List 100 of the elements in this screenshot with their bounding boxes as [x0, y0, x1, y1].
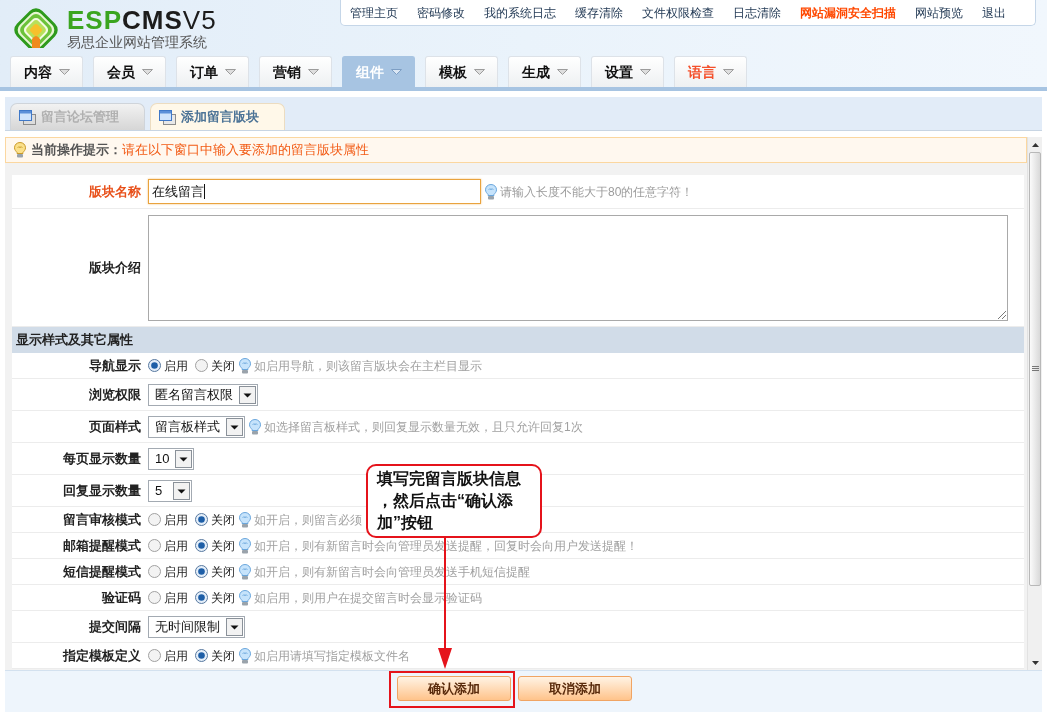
logo-wordmark: ESPCMSV5	[67, 6, 217, 34]
radio-label: 启用	[164, 511, 188, 529]
radio-button[interactable]	[195, 513, 208, 526]
lightbulb-icon	[14, 142, 26, 158]
dropdown[interactable]: 无时间限制	[148, 615, 245, 638]
action-button[interactable]: 取消添加	[518, 676, 632, 701]
field-label: 留言审核模式	[62, 510, 141, 529]
radio-label: 关闭	[211, 537, 235, 555]
radio-button[interactable]	[148, 359, 161, 372]
lightbulb-icon	[239, 647, 251, 664]
field-label: 每页显示数量	[62, 449, 141, 468]
notice-message: 请在以下窗口中输入要添加的留言版块属性	[122, 141, 369, 160]
field-label: 验证码	[100, 588, 141, 607]
dropdown[interactable]: 留言板样式	[148, 415, 245, 438]
radio-button[interactable]	[148, 513, 161, 526]
hint-text: 如选择留言板样式，则回复显示数量无效，且只允许回复1次	[264, 418, 583, 436]
nav-tab[interactable]: 模板	[425, 56, 498, 87]
top-link[interactable]: 日志清除	[733, 3, 781, 22]
grip-icon	[1031, 366, 1039, 372]
radio-label: 启用	[164, 537, 188, 555]
caret-down-icon	[141, 69, 153, 75]
radio-label: 启用	[164, 563, 188, 581]
caret-down-icon	[58, 69, 70, 75]
field-label: 邮箱提醒模式	[62, 536, 141, 555]
radio-button[interactable]	[148, 565, 161, 578]
caret-down-icon	[473, 69, 485, 75]
radio-button[interactable]	[148, 539, 161, 552]
radio-label: 关闭	[211, 511, 235, 529]
field-label: 版块名称	[88, 182, 141, 201]
field-label: 导航显示	[88, 356, 141, 375]
radio-button[interactable]	[148, 649, 161, 662]
caret-up-icon	[1031, 142, 1039, 147]
caret-down-icon	[307, 69, 319, 75]
radio-label: 启用	[164, 647, 188, 665]
radio-label: 关闭	[211, 563, 235, 581]
top-link[interactable]: 文件权限检查	[642, 3, 714, 22]
text-cursor-icon	[204, 184, 205, 199]
radio-button[interactable]	[195, 649, 208, 662]
top-link[interactable]: 网站预览	[915, 3, 963, 22]
scrollbar[interactable]	[1027, 137, 1042, 670]
field-label: 提交间隔	[88, 617, 141, 636]
resize-grip-icon[interactable]	[998, 310, 1006, 319]
callout: 填写完留言版块信息，然后点击“确认添加”按钮	[366, 464, 542, 538]
radio-button[interactable]	[195, 591, 208, 604]
top-link[interactable]: 退出	[982, 3, 1006, 22]
hint-text: 请输入长度不能大于80的任意字符！	[500, 183, 694, 201]
top-link[interactable]: 我的系统日志	[484, 3, 556, 22]
notice-label: 当前操作提示：	[31, 141, 122, 160]
radio-label: 启用	[164, 589, 188, 607]
field-label: 页面样式	[88, 417, 141, 436]
field-label: 指定模板定义	[61, 646, 141, 665]
radio-button[interactable]	[195, 565, 208, 578]
radio-label: 启用	[164, 357, 188, 375]
radio-label: 关闭	[211, 647, 235, 665]
caret-down-icon	[556, 69, 568, 75]
nav-tab[interactable]: 内容	[10, 56, 83, 87]
section-header: 显示样式及其它属性	[12, 327, 1024, 353]
lightbulb-icon	[239, 357, 251, 374]
caret-down-icon	[1031, 660, 1039, 665]
radio-button[interactable]	[195, 539, 208, 552]
lightbulb-icon	[239, 537, 251, 554]
caret-down-icon	[390, 69, 402, 75]
scrollbar-thumb[interactable]	[1029, 152, 1041, 586]
top-link[interactable]: 缓存清除	[575, 3, 623, 22]
textarea-field[interactable]	[148, 214, 1008, 321]
lightbulb-icon	[239, 589, 251, 606]
top-link[interactable]: 密码修改	[417, 3, 465, 22]
field-label: 短信提醒模式	[62, 562, 141, 581]
nav-tab[interactable]: 生成	[508, 56, 581, 87]
tab[interactable]: 添加留言版块	[150, 103, 285, 130]
nav-tab[interactable]: 订单	[176, 56, 249, 87]
caret-down-icon	[639, 69, 651, 75]
dropdown[interactable]: 10	[148, 447, 195, 470]
nav-tab[interactable]: 设置	[591, 56, 664, 87]
dropdown[interactable]: 5	[148, 479, 192, 502]
action-button[interactable]: 确认添加	[397, 676, 511, 701]
field-label: 浏览权限	[88, 385, 141, 404]
text-input[interactable]: 在线留言	[148, 179, 481, 204]
hint-text: 如启用导航，则该留言版块会在主栏目显示	[254, 357, 482, 375]
lightbulb-icon	[239, 563, 251, 580]
radio-label: 关闭	[211, 589, 235, 607]
hint-text: 如开启，则留言必须	[254, 511, 362, 529]
top-link[interactable]: 管理主页	[350, 3, 398, 22]
nav-tab[interactable]: 会员	[93, 56, 166, 87]
lightbulb-icon	[249, 418, 261, 435]
caret-down-icon	[722, 69, 734, 75]
caret-down-icon	[224, 69, 236, 75]
field-label: 版块介绍	[88, 258, 141, 277]
dropdown[interactable]: 匿名留言权限	[148, 383, 258, 406]
hint-text: 如启用请填写指定模板文件名	[254, 647, 410, 665]
lightbulb-icon	[485, 183, 497, 200]
window-icon	[19, 109, 36, 125]
field-label: 回复显示数量	[62, 481, 141, 500]
logo-subtitle: 易思企业网站管理系统	[67, 34, 208, 50]
radio-label: 关闭	[211, 357, 235, 375]
window-icon	[159, 109, 176, 125]
nav-tab[interactable]: 营销	[259, 56, 332, 87]
radio-button[interactable]	[148, 591, 161, 604]
radio-button[interactable]	[195, 359, 208, 372]
lightbulb-icon	[239, 511, 251, 528]
